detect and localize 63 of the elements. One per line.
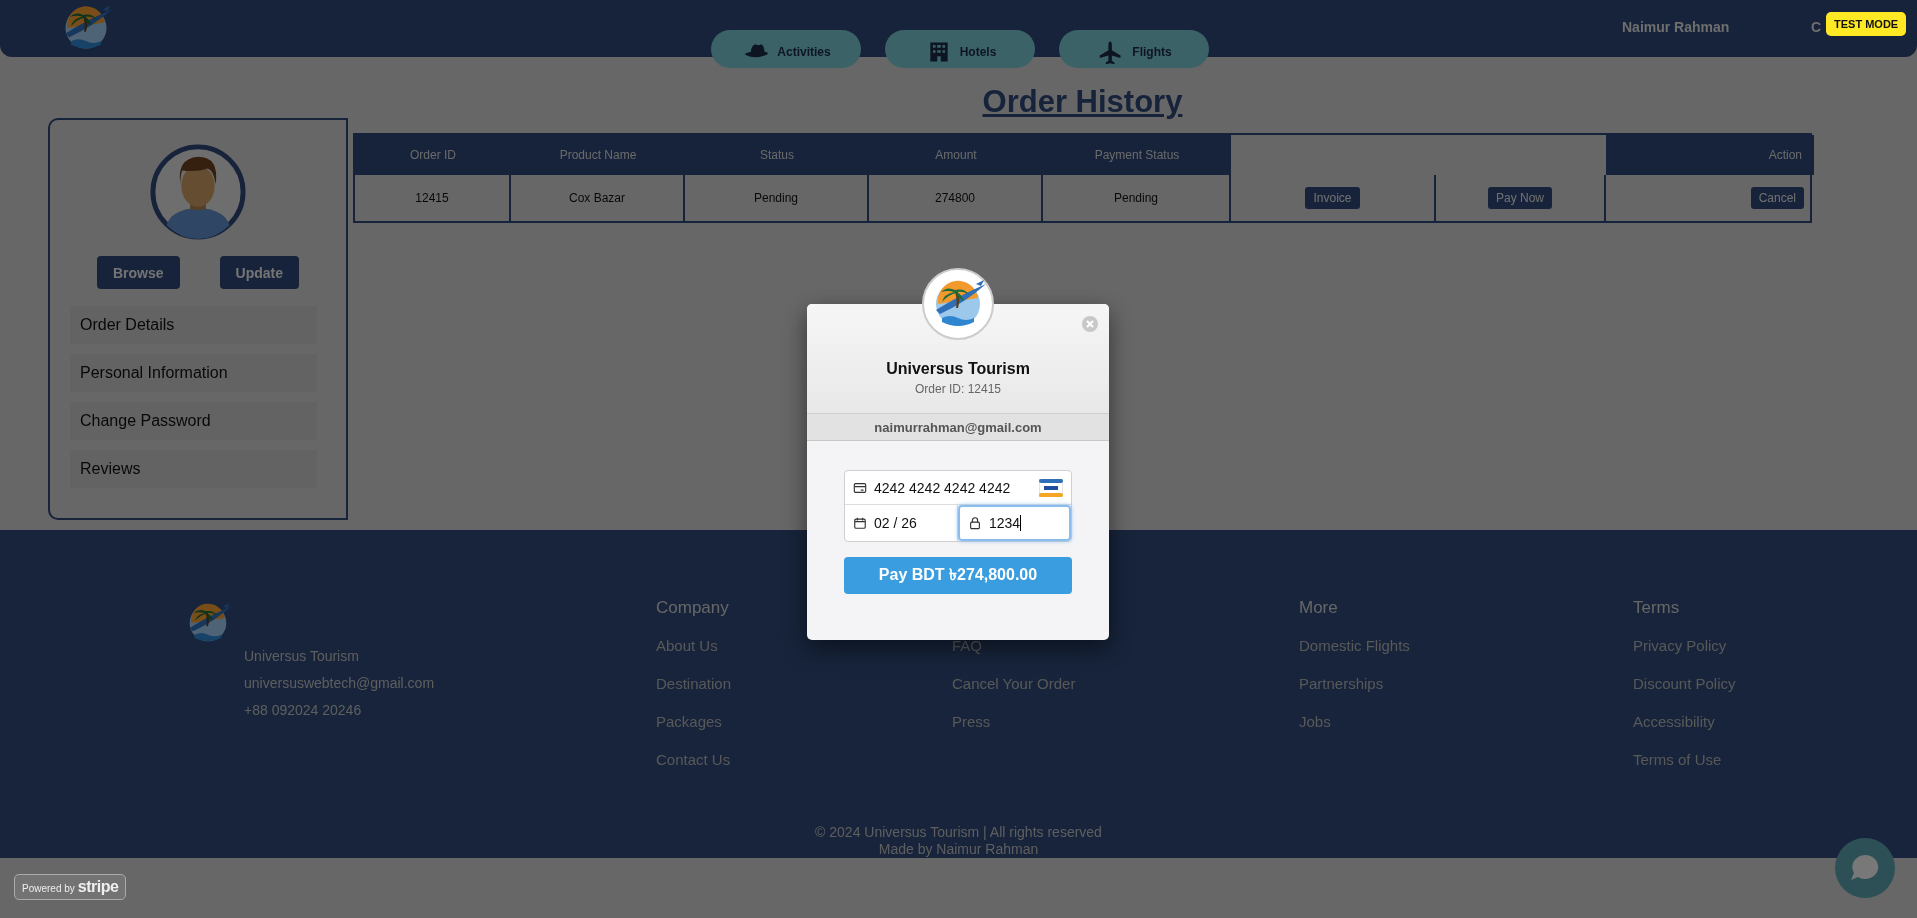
column-header: Status [685,135,869,175]
column-header: Product Name [511,135,685,175]
footer-link[interactable]: Privacy Policy [1633,637,1833,675]
footer-heading: Company [656,598,730,618]
nav-tab[interactable]: Activities [711,30,861,68]
user-name[interactable]: Naimur Rahman [1622,19,1730,35]
copyright-text: © 2024 Universus Tourism | All rights reserved [814,824,1103,841]
footer-link[interactable]: Partnerships [1299,675,1633,713]
test-mode-badge: TEST MODE [1826,12,1907,36]
column-header: Action [1606,135,1814,175]
card-icon [853,480,867,495]
footer-link[interactable]: Destination [656,675,952,713]
pay-button[interactable]: Pay BDT ৳274,800.00 [844,557,1072,594]
customer-email: naimurrahman@gmail.com [807,414,1109,441]
page-title: Order History [982,83,1183,121]
table-cell: 12415 [355,175,511,221]
nav-tab[interactable]: Hotels [885,30,1035,68]
nav-tab[interactable]: Flights [1059,30,1209,68]
footer-link[interactable]: Terms of Use [1633,751,1833,789]
footer-link[interactable]: Cancel Your Order [952,675,1299,713]
contact-email: universuswebtech@gmail.com [244,675,436,693]
column-header: Order ID [355,135,511,175]
chat-bubble-icon [1835,838,1895,898]
contact-phone: +88 092024 20246 [244,702,363,720]
sidebar-item[interactable]: Change Password [70,402,317,440]
table-cell: Cox Bazar [511,175,685,221]
checkout-title: Universus Tourism [886,360,1030,378]
footer-link[interactable]: Accessibility [1633,713,1833,751]
action-button[interactable]: Invoice [1305,187,1360,209]
nav-link[interactable]: C [1810,19,1821,35]
footer-link[interactable]: Press [952,713,1299,751]
footer-link[interactable]: Domestic Flights [1299,637,1633,675]
footer-link[interactable]: Discount Policy [1633,675,1833,713]
table-cell: Pending [685,175,869,221]
input-field[interactable]: 1234 [958,505,1071,541]
footer-link[interactable]: Packages [656,713,952,751]
card-brand-icon [1039,478,1063,497]
action-button[interactable]: Cancel [1750,187,1804,209]
footer-heading: Terms [1633,598,1681,618]
column-header: Payment Status [1043,135,1231,175]
calendar-icon [853,516,867,530]
footer-link[interactable]: Jobs [1299,713,1633,751]
footer-link[interactable]: Contact Us [656,751,952,789]
input-field[interactable]: 4242 4242 4242 4242 [845,471,1071,505]
brand-name: Universus Tourism [244,648,360,666]
order-id-text: Order ID: 12415 [914,382,1001,396]
powered-by-stripe-badge[interactable]: Powered by stripe [14,874,127,900]
action-button[interactable]: Pay Now [1488,187,1552,209]
sidebar-item[interactable]: Order Details [70,306,317,344]
browse-button[interactable]: Browse [97,256,180,289]
lock-icon [968,516,982,530]
update-button[interactable]: Update [219,256,299,289]
input-field[interactable]: 02 / 26 [845,505,958,541]
table-cell: 274800 [869,175,1043,221]
sidebar-item[interactable]: Reviews [70,450,317,488]
table-cell: Pending [1043,175,1231,221]
avatar-icon [149,143,247,241]
column-header: Amount [869,135,1043,175]
footer-heading: More [1299,598,1339,618]
sidebar-item[interactable]: Personal Information [70,354,317,392]
close-icon [1082,316,1098,332]
credit-text: Made by Naimur Rahman [877,841,1040,858]
footer-link[interactable]: About Us [656,637,952,675]
